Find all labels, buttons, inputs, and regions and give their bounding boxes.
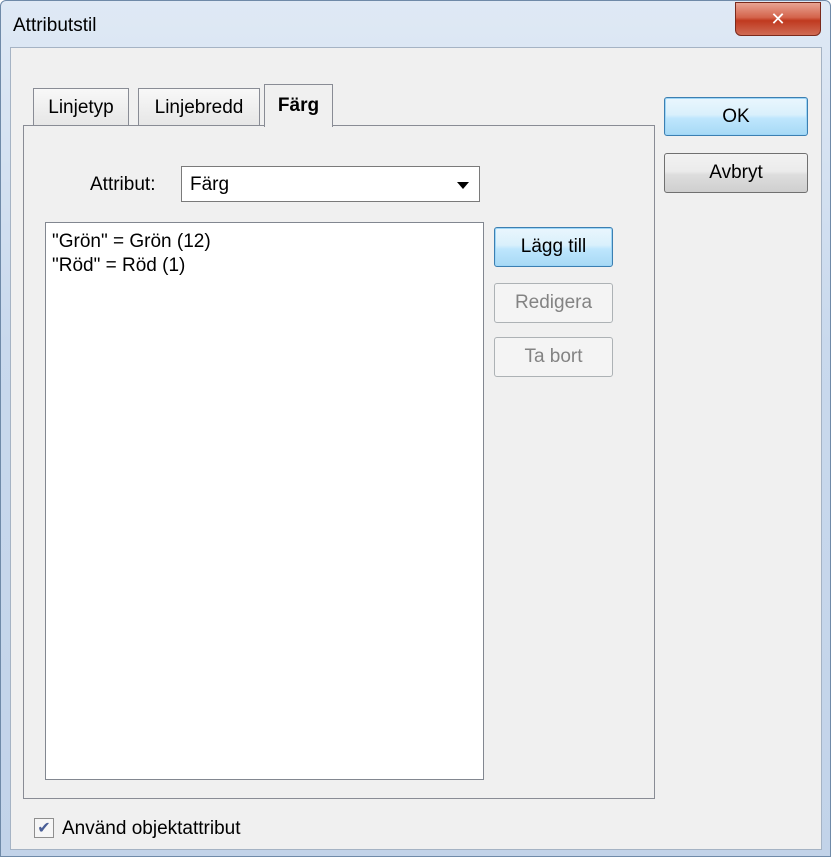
tab-linjetyp[interactable]: Linjetyp <box>33 88 129 126</box>
ok-button[interactable]: OK <box>664 97 808 136</box>
chevron-down-icon[interactable] <box>457 182 469 189</box>
title-bar[interactable]: Attributstil ✕ <box>1 1 830 47</box>
edit-button[interactable]: Redigera <box>494 283 613 323</box>
window-title: Attributstil <box>13 15 97 36</box>
checkmark-icon: ✔ <box>37 818 51 837</box>
attribute-dropdown-value: Färg <box>190 174 230 195</box>
cancel-button-label: Avbryt <box>709 162 763 183</box>
use-object-attribute-label[interactable]: Använd objektattribut <box>62 818 241 840</box>
tab-farg[interactable]: Färg <box>264 84 333 127</box>
ok-button-label: OK <box>722 105 750 127</box>
tab-label: Färg <box>277 95 320 116</box>
remove-button[interactable]: Ta bort <box>494 337 613 377</box>
close-button[interactable]: ✕ <box>735 2 821 36</box>
add-button-label: Lägg till <box>520 236 587 257</box>
color-mapping-list[interactable]: "Grön" = Grön (12) "Röd" = Röd (1) <box>45 222 484 780</box>
close-icon: ✕ <box>770 8 786 30</box>
attribute-label: Attribut: <box>90 174 156 195</box>
remove-button-label: Ta bort <box>524 346 583 367</box>
cancel-button[interactable]: Avbryt <box>664 153 808 193</box>
tab-linjebredd[interactable]: Linjebredd <box>138 88 260 126</box>
add-button[interactable]: Lägg till <box>494 227 613 267</box>
edit-button-label: Redigera <box>514 292 593 313</box>
list-item[interactable]: "Röd" = Röd (1) <box>52 255 185 277</box>
use-object-attribute-checkbox[interactable]: ✔ <box>34 818 54 838</box>
tab-label: Linjetyp <box>48 96 114 118</box>
tab-label: Linjebredd <box>154 96 244 118</box>
attribute-dropdown[interactable]: Färg <box>181 166 480 202</box>
list-item[interactable]: "Grön" = Grön (12) <box>52 231 211 253</box>
